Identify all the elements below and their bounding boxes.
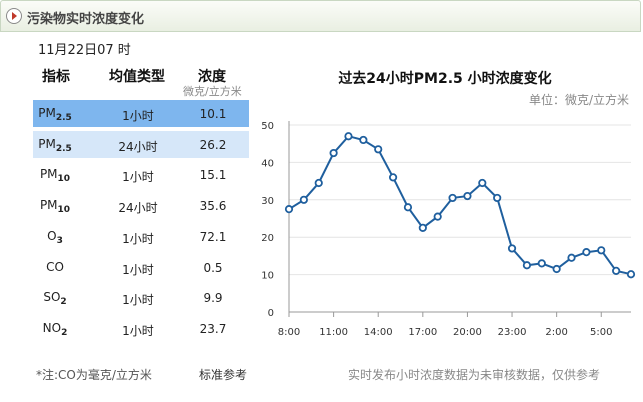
concentration-value: 23.7 [199, 322, 227, 336]
table-row[interactable]: O3 1小时 72.1 [33, 223, 249, 250]
concentration-value: 0.5 [203, 261, 223, 275]
header-indicator: 指标 [42, 69, 70, 85]
pollutant-name: PM2.5 [38, 106, 72, 123]
table-row[interactable]: PM2.5 24小时 26.2 [33, 131, 249, 158]
x-tick-label: 8:00 [278, 327, 300, 338]
avg-type: 1小时 [122, 232, 154, 246]
concentration-value: 72.1 [199, 230, 227, 244]
avg-type: 1小时 [122, 263, 154, 277]
window-title: 污染物实时浓度变化 [27, 12, 145, 27]
data-point[interactable] [463, 191, 472, 201]
data-point[interactable] [433, 212, 442, 221]
concentration-value: 15.1 [199, 168, 227, 182]
x-tick-label: 2:00 [545, 327, 567, 338]
pm25-line-chart: 过去24小时PM2.5 小时浓度变化 单位：微克/立方米 0 10 20 30 40 50… [261, 70, 636, 338]
table-row[interactable]: SO2 1小时 9.9 [33, 284, 249, 311]
y-tick-label: 30 [261, 196, 274, 207]
data-point[interactable] [582, 248, 591, 257]
data-point[interactable] [388, 173, 398, 182]
pollutant-name: CO [46, 260, 64, 274]
avg-type: 1小时 [122, 324, 154, 338]
x-tick-label: 23:00 [498, 327, 527, 338]
concentration-value: 26.2 [199, 138, 227, 152]
data-point[interactable] [478, 178, 487, 188]
table-row[interactable]: NO2 1小时 23.7 [33, 315, 249, 342]
data-point[interactable] [612, 266, 621, 275]
data-point[interactable] [418, 223, 427, 232]
data-point[interactable] [403, 203, 413, 212]
data-point[interactable] [552, 264, 561, 274]
avg-type: 1小时 [122, 170, 154, 184]
table-row[interactable]: CO 1小时 0.5 [33, 254, 249, 281]
data-point[interactable] [597, 246, 606, 255]
data-point[interactable] [567, 253, 576, 262]
data-point[interactable] [507, 244, 517, 253]
y-tick-label: 0 [268, 308, 274, 319]
data-point[interactable] [626, 270, 636, 279]
standard-reference-link[interactable]: 标准参考 [199, 366, 247, 383]
pollutant-name: PM10 [39, 198, 71, 215]
pollutant-name: O3 [47, 229, 63, 246]
x-tick-label: 5:00 [590, 327, 612, 338]
chart-unit: 单位：微克/立方米 [529, 92, 629, 107]
chart-title: 过去24小时PM2.5 小时浓度变化 [338, 70, 551, 87]
data-point[interactable] [359, 135, 368, 145]
x-tick-label: 14:00 [364, 327, 393, 338]
concentration-value: 9.9 [203, 291, 223, 305]
x-tick-label: 11:00 [319, 327, 348, 338]
pollutant-name: SO2 [43, 290, 67, 307]
table-row[interactable]: PM10 24小时 35.6 [33, 192, 249, 219]
y-tick-label: 40 [261, 158, 274, 169]
pollutant-name: NO2 [42, 321, 68, 338]
header-avg-type: 均值类型 [109, 69, 165, 85]
play-icon[interactable] [6, 8, 22, 24]
table-row[interactable]: PM10 1小时 15.1 [33, 161, 249, 188]
data-point[interactable] [537, 259, 546, 268]
y-tick-label: 10 [261, 271, 274, 282]
series-line [288, 135, 632, 276]
update-time: 11月22日07 时 [38, 43, 131, 58]
x-axis: 8:00 11:00 14:00 17:00 20:00 23:00 2:00 5:00 [278, 312, 612, 338]
data-point[interactable] [344, 132, 353, 141]
data-point[interactable] [493, 193, 502, 203]
pollutant-name: PM2.5 [38, 137, 72, 154]
avg-type: 1小时 [122, 109, 154, 123]
concentration-value: 10.1 [199, 107, 227, 121]
co-unit-note: *注:CO为毫克/立方米 [36, 368, 152, 382]
pollutant-name: PM10 [39, 167, 71, 184]
avg-type: 1小时 [122, 293, 154, 307]
y-tick-label: 50 [261, 121, 274, 132]
concentration-value: 35.6 [199, 199, 227, 213]
data-point[interactable] [299, 195, 308, 204]
data-points [284, 132, 636, 279]
y-tick-label: 20 [261, 233, 274, 244]
data-point[interactable] [314, 178, 323, 188]
data-point[interactable] [329, 148, 338, 158]
table-row[interactable]: PM2.5 1小时 10.1 [33, 100, 249, 127]
chart-grid [289, 124, 631, 313]
title-bar: 污染物实时浓度变化 [0, 0, 641, 32]
data-point[interactable] [284, 205, 294, 214]
data-point[interactable] [522, 261, 532, 270]
avg-type: 24小时 [118, 201, 158, 215]
data-disclaimer: 实时发布小时浓度数据为未审核数据，仅供参考 [348, 368, 601, 382]
data-point[interactable] [448, 193, 457, 203]
x-tick-label: 17:00 [408, 327, 437, 338]
data-point[interactable] [374, 145, 383, 154]
x-tick-label: 20:00 [453, 327, 482, 338]
avg-type: 24小时 [118, 140, 158, 154]
y-axis: 0 10 20 30 40 50 [261, 121, 290, 319]
header-unit: 微克/立方米 [183, 85, 242, 98]
